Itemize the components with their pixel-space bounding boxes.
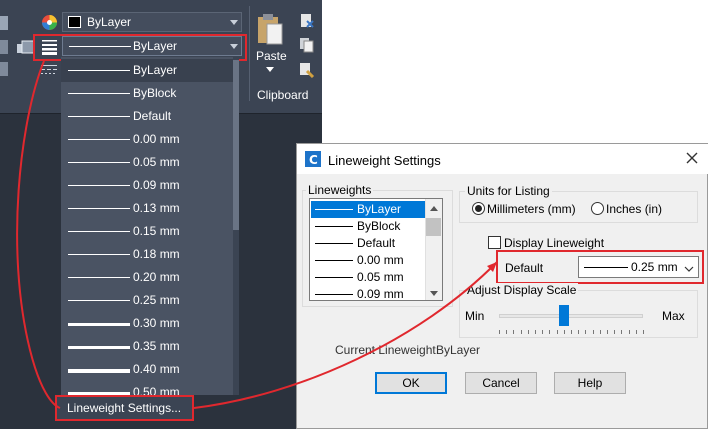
callout-curve-1 [16, 60, 61, 409]
callout-curve-2 [193, 261, 498, 409]
callout-arrow-overlay [16, 60, 498, 409]
